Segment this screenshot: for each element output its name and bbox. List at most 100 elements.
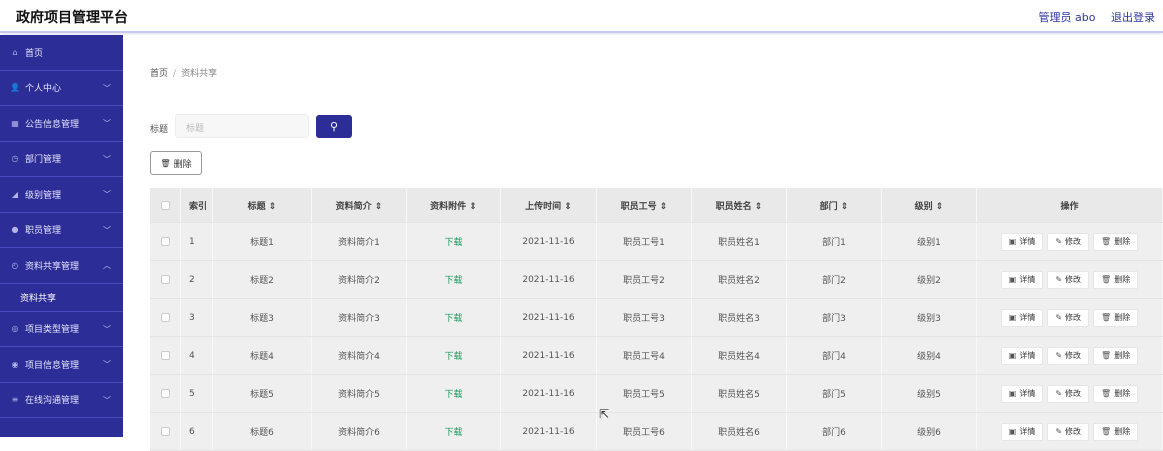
- sidebar-item[interactable]: ◎ 项目类型管理 ﹀: [0, 312, 123, 347]
- cell-ops: ▣ 详情 ✎ 修改 🗑 删除: [977, 413, 1163, 450]
- top-right-area: 管理员 abo 退出登录: [1027, 9, 1155, 25]
- sidebar-item[interactable]: ⌂ 首页: [0, 35, 123, 71]
- download-link[interactable]: 下载: [444, 311, 462, 324]
- edit-button[interactable]: ✎ 修改: [1047, 346, 1090, 365]
- delete-button[interactable]: 🗑 删除: [1093, 384, 1139, 403]
- download-link[interactable]: 下载: [444, 387, 462, 400]
- header-dept[interactable]: 部门 ⇕: [787, 188, 882, 222]
- cell-title: 标题3: [213, 299, 312, 336]
- chevron-down-icon: ﹀: [103, 360, 111, 369]
- logout-link[interactable]: 退出登录: [1111, 11, 1155, 24]
- sidebar-item[interactable]: ≡ 在线沟通管理 ﹀: [0, 383, 123, 418]
- edit-label: 修改: [1065, 351, 1082, 360]
- sidebar-item[interactable]: ▦ 公告信息管理 ﹀: [0, 106, 123, 142]
- delete-button[interactable]: 🗑 删除: [1093, 422, 1139, 441]
- table-row: 1 标题1 资料简介1 下载 2021-11-16 职员工号1 职员姓名1 部门1 级别1 ▣ 详情…: [150, 223, 1163, 261]
- trash-icon: 🗑: [160, 158, 171, 168]
- chevron-down-icon: ﹀: [103, 83, 111, 93]
- current-user: 管理员 abo: [1038, 11, 1096, 24]
- cell-index: 3: [181, 299, 213, 336]
- header-title[interactable]: 标题 ⇕: [213, 188, 312, 222]
- row-checkbox[interactable]: [160, 237, 170, 246]
- row-checkbox[interactable]: [160, 275, 170, 284]
- table-row: 2 标题2 资料简介2 下载 2021-11-16 职员工号2 职员姓名2 部门2 级别2 ▣ 详情…: [150, 261, 1163, 299]
- cell-file: 下载: [407, 337, 501, 374]
- cell-index: 6: [181, 413, 213, 450]
- download-link[interactable]: 下载: [444, 273, 462, 286]
- delete-label: 删除: [1114, 389, 1131, 398]
- sidebar-item[interactable]: ● 职员管理 ﹀: [0, 213, 123, 248]
- detail-button[interactable]: ▣ 详情: [1000, 232, 1044, 251]
- sidebar-item[interactable]: ◷ 部门管理 ﹀: [0, 142, 123, 177]
- row-checkbox[interactable]: [160, 351, 170, 360]
- detail-button[interactable]: ▣ 详情: [1000, 308, 1044, 327]
- search-input[interactable]: 标题: [175, 114, 309, 138]
- detail-button[interactable]: ▣ 详情: [1000, 346, 1044, 365]
- row-checkbox[interactable]: [160, 427, 170, 436]
- header-intro[interactable]: 资料简介 ⇕: [312, 188, 407, 222]
- delete-button[interactable]: 🗑 删除: [1093, 346, 1139, 365]
- cell-file: 下载: [407, 413, 501, 450]
- cell-time: 2021-11-16: [501, 261, 597, 298]
- trash-icon: 🗑: [1101, 389, 1112, 398]
- row-checkbox[interactable]: [160, 389, 170, 398]
- trash-icon: 🗑: [1101, 237, 1112, 246]
- header-time[interactable]: 上传时间 ⇕: [501, 188, 597, 222]
- sidebar-subitem-share[interactable]: 资料共享: [0, 283, 123, 312]
- cell-level: 级别1: [882, 223, 977, 260]
- cell-title: 标题6: [213, 413, 312, 450]
- edit-button[interactable]: ✎ 修改: [1047, 422, 1090, 441]
- edit-button[interactable]: ✎ 修改: [1047, 270, 1090, 289]
- chevron-down-icon: ﹀: [103, 190, 111, 199]
- row-checkbox-cell: [150, 299, 181, 336]
- sidebar: ⌂ 首页 👤 个人中心 ﹀ ▦ 公告信息管理 ﹀ ◷ 部门管理 ﹀ ◢ 级别管理 ﹀ ● 职员管理 ﹀ ◴ 资料共享…: [0, 35, 123, 437]
- detail-button[interactable]: ▣ 详情: [1000, 270, 1044, 289]
- sidebar-item[interactable]: ◢ 级别管理 ﹀: [0, 177, 123, 213]
- cell-level: 级别6: [882, 413, 977, 450]
- batch-delete-label: 删除: [173, 159, 192, 170]
- cell-dept: 部门6: [787, 413, 882, 450]
- sidebar-item[interactable]: ◴ 资料共享管理 ︿: [0, 248, 123, 284]
- sidebar-item[interactable]: 👤 个人中心 ﹀: [0, 71, 123, 106]
- edit-icon: ✎: [1055, 237, 1063, 246]
- search-label: 标题: [150, 125, 169, 135]
- edit-label: 修改: [1065, 237, 1082, 246]
- cell-time: 2021-11-16: [501, 337, 597, 374]
- header-file[interactable]: 资料附件 ⇕: [407, 188, 501, 222]
- cell-intro: 资料简介3: [312, 299, 407, 336]
- cell-dept: 部门2: [787, 261, 882, 298]
- edit-button[interactable]: ✎ 修改: [1047, 384, 1090, 403]
- row-checkbox[interactable]: [160, 313, 170, 322]
- download-link[interactable]: 下载: [444, 349, 462, 362]
- cell-index: 1: [181, 223, 213, 260]
- sidebar-item-label: 个人中心: [25, 84, 62, 95]
- delete-button[interactable]: 🗑 删除: [1093, 270, 1139, 289]
- breadcrumb-current: 资料共享: [181, 69, 218, 79]
- select-all-checkbox[interactable]: [160, 200, 170, 210]
- download-link[interactable]: 下载: [444, 425, 462, 438]
- delete-button[interactable]: 🗑 删除: [1093, 308, 1139, 327]
- detail-button[interactable]: ▣ 详情: [1000, 422, 1044, 441]
- edit-button[interactable]: ✎ 修改: [1047, 232, 1090, 251]
- header-level[interactable]: 级别 ⇕: [882, 188, 977, 222]
- download-link[interactable]: 下载: [444, 235, 462, 248]
- detail-button[interactable]: ▣ 详情: [1000, 384, 1044, 403]
- header-staff-name[interactable]: 职员姓名 ⇕: [692, 188, 787, 222]
- breadcrumb-home[interactable]: 首页: [150, 69, 168, 79]
- detail-label: 详情: [1019, 313, 1036, 322]
- row-checkbox-cell: [150, 413, 181, 450]
- level-icon: ◢: [11, 189, 19, 199]
- sidebar-item[interactable]: ◉ 项目信息管理 ﹀: [0, 347, 123, 383]
- batch-delete-button[interactable]: 🗑 删除: [150, 151, 202, 175]
- chevron-down-icon: ﹀: [103, 154, 111, 164]
- cell-dept: 部门5: [787, 375, 882, 412]
- cell-intro: 资料简介4: [312, 337, 407, 374]
- header-staff-no[interactable]: 职员工号 ⇕: [597, 188, 692, 222]
- delete-button[interactable]: 🗑 删除: [1093, 232, 1139, 251]
- search-button[interactable]: ⚲: [316, 115, 352, 138]
- cell-dept: 部门4: [787, 337, 882, 374]
- edit-button[interactable]: ✎ 修改: [1047, 308, 1090, 327]
- detail-label: 详情: [1019, 351, 1036, 360]
- cell-index: 2: [181, 261, 213, 298]
- cell-staff-name: 职员姓名3: [692, 299, 787, 336]
